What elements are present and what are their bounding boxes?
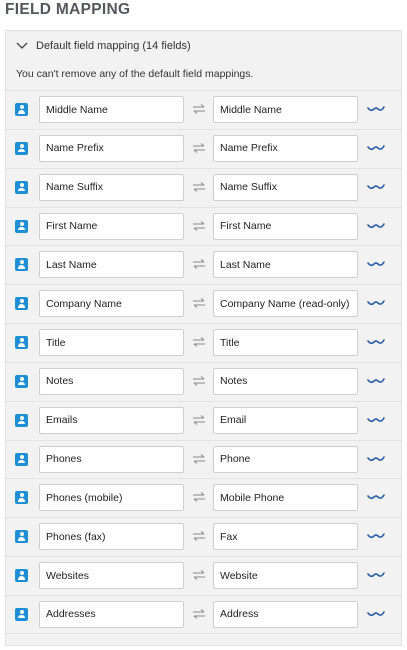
- swap-arrows-icon: [191, 606, 207, 622]
- mapping-link-icon[interactable]: [366, 491, 386, 503]
- mapping-row: Websites Website: [6, 556, 401, 595]
- target-field[interactable]: Fax: [213, 523, 358, 551]
- target-field[interactable]: First Name: [213, 212, 358, 240]
- mapping-row: Company Name Company Name (read-only): [6, 284, 401, 323]
- mapping-link-icon[interactable]: [366, 142, 386, 154]
- target-field[interactable]: Email: [213, 406, 358, 434]
- mapping-link-icon[interactable]: [366, 336, 386, 348]
- source-field[interactable]: Company Name: [39, 290, 184, 318]
- panel-note: You can't remove any of the default fiel…: [16, 68, 254, 80]
- contact-card-icon: [15, 219, 28, 233]
- target-field[interactable]: Last Name: [213, 251, 358, 279]
- default-mapping-panel: Default field mapping (14 fields) You ca…: [5, 30, 402, 646]
- swap-arrows-icon: [191, 489, 207, 505]
- source-field[interactable]: Addresses: [39, 600, 184, 628]
- swap-arrows-icon: [191, 334, 207, 350]
- swap-arrows-icon: [191, 412, 207, 428]
- mapping-row: Name Suffix Name Suffix: [6, 167, 401, 207]
- mapping-link-icon[interactable]: [366, 181, 386, 193]
- mapping-row: Notes Notes: [6, 361, 401, 401]
- source-field[interactable]: Websites: [39, 562, 184, 590]
- target-field[interactable]: Phone: [213, 445, 358, 473]
- source-field[interactable]: Emails: [39, 406, 184, 434]
- source-field[interactable]: Phones (fax): [39, 523, 184, 551]
- source-field[interactable]: Phones: [39, 445, 184, 473]
- mapping-link-icon[interactable]: [366, 103, 386, 115]
- source-field[interactable]: First Name: [39, 212, 184, 240]
- mapping-link-icon[interactable]: [366, 220, 386, 232]
- contact-card-icon: [15, 141, 28, 155]
- mapping-row: Last Name Last Name: [6, 245, 401, 284]
- swap-arrows-icon: [191, 140, 207, 156]
- mapping-link-icon[interactable]: [366, 297, 386, 309]
- target-field[interactable]: Address: [213, 600, 358, 628]
- source-field[interactable]: Name Suffix: [39, 173, 184, 201]
- source-field[interactable]: Title: [39, 329, 184, 357]
- mapping-list: Middle Name Middle Name Name Prefix Name…: [6, 90, 401, 634]
- swap-arrows-icon: [191, 295, 207, 311]
- target-field[interactable]: Notes: [213, 367, 358, 395]
- page-title: FIELD MAPPING: [5, 1, 131, 18]
- mapping-row: Emails Email: [6, 400, 401, 440]
- mapping-link-icon[interactable]: [366, 453, 386, 465]
- mapping-link-icon[interactable]: [366, 569, 386, 581]
- chevron-down-icon: [16, 39, 30, 53]
- contact-card-icon: [15, 180, 28, 194]
- swap-arrows-icon: [191, 218, 207, 234]
- contact-card-icon: [15, 297, 28, 311]
- swap-arrows-icon: [191, 528, 207, 544]
- target-field[interactable]: Name Prefix: [213, 134, 358, 162]
- swap-arrows-icon: [191, 101, 207, 117]
- contact-card-icon: [15, 569, 28, 583]
- source-field[interactable]: Last Name: [39, 251, 184, 279]
- mapping-row: Name Prefix Name Prefix: [6, 128, 401, 168]
- swap-arrows-icon: [191, 256, 207, 272]
- swap-arrows-icon: [191, 451, 207, 467]
- swap-arrows-icon: [191, 567, 207, 583]
- contact-card-icon: [15, 413, 28, 427]
- mapping-row: Phones (mobile) Mobile Phone: [6, 478, 401, 517]
- contact-card-icon: [15, 258, 28, 272]
- mapping-row: Phones (fax) Fax: [6, 517, 401, 556]
- contact-card-icon: [15, 452, 28, 466]
- contact-card-icon: [15, 103, 28, 116]
- mapping-row: First Name First Name: [6, 206, 401, 246]
- mapping-link-icon[interactable]: [366, 258, 386, 270]
- mapping-link-icon[interactable]: [366, 375, 386, 387]
- target-field[interactable]: Middle Name: [213, 96, 358, 123]
- panel-toggle[interactable]: Default field mapping (14 fields): [6, 31, 401, 61]
- mapping-row: Middle Name Middle Name: [6, 90, 401, 129]
- swap-arrows-icon: [191, 373, 207, 389]
- contact-card-icon: [15, 374, 28, 388]
- contact-card-icon: [15, 607, 28, 621]
- target-field[interactable]: Title: [213, 329, 358, 357]
- mapping-link-icon[interactable]: [366, 414, 386, 426]
- mapping-row: Title Title: [6, 323, 401, 362]
- mapping-link-icon[interactable]: [366, 530, 386, 542]
- mapping-link-icon[interactable]: [366, 608, 386, 620]
- swap-arrows-icon: [191, 179, 207, 195]
- target-field[interactable]: Name Suffix: [213, 173, 358, 201]
- target-field[interactable]: Company Name (read-only): [213, 290, 358, 318]
- contact-card-icon: [15, 491, 28, 505]
- mapping-row: Phones Phone: [6, 439, 401, 479]
- target-field[interactable]: Mobile Phone: [213, 484, 358, 512]
- source-field[interactable]: Name Prefix: [39, 134, 184, 162]
- source-field[interactable]: Middle Name: [39, 96, 184, 123]
- mapping-row: Addresses Address: [6, 594, 401, 634]
- contact-card-icon: [15, 530, 28, 544]
- panel-title: Default field mapping (14 fields): [36, 40, 191, 52]
- source-field[interactable]: Phones (mobile): [39, 484, 184, 512]
- contact-card-icon: [15, 336, 28, 350]
- source-field[interactable]: Notes: [39, 367, 184, 395]
- target-field[interactable]: Website: [213, 562, 358, 590]
